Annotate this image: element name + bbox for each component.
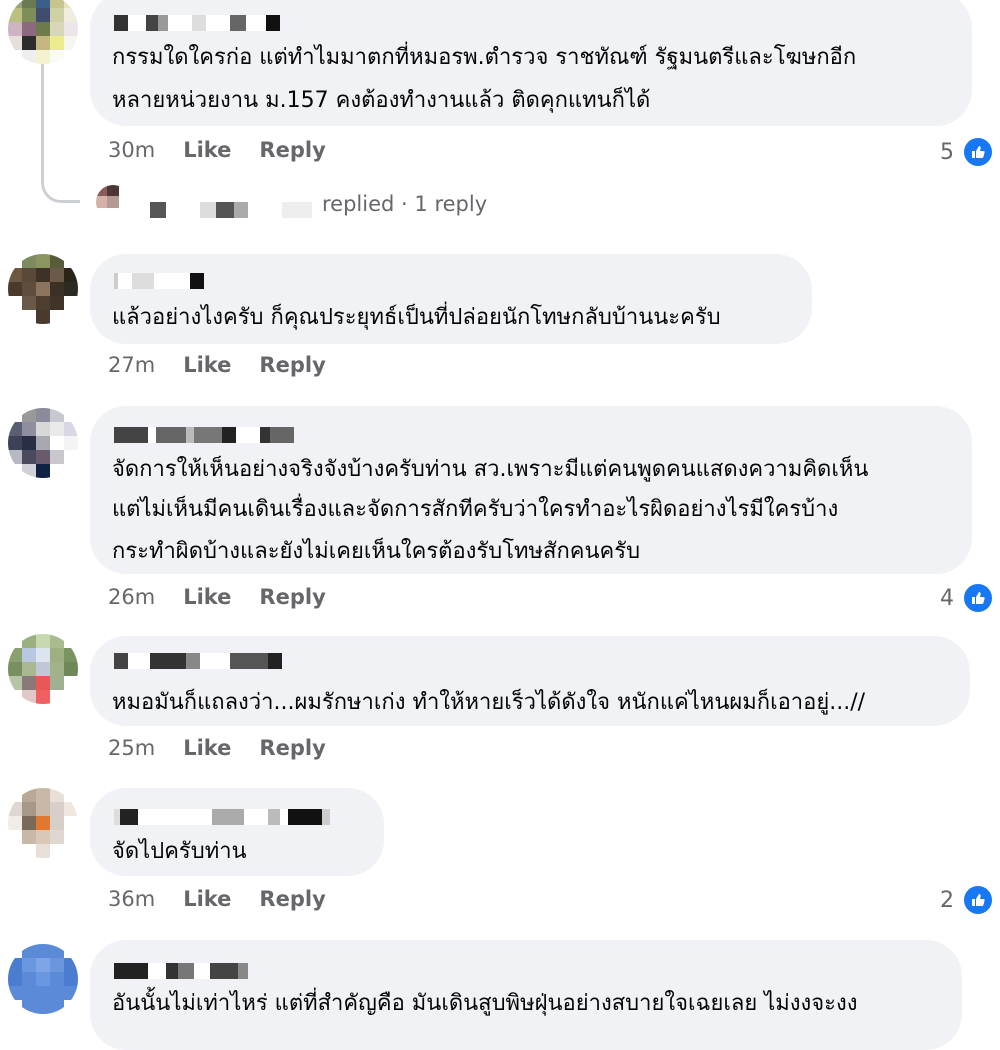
- like-button[interactable]: Like: [183, 585, 231, 609]
- commenter-name-redacted[interactable]: [114, 272, 204, 290]
- comment-bubble: อันนั้นไม่เท่าไหร่ แต่ที่สำคัญคือ มันเดิ…: [90, 940, 962, 1050]
- comment-text: แล้วอย่างไงครับ ก็คุณประยุทธ์เป็นที่ปล่อ…: [112, 305, 721, 330]
- avatar[interactable]: [8, 408, 78, 478]
- reply-summary[interactable]: replied · 1 reply: [322, 192, 487, 216]
- comment-bubble: จัดการให้เห็นอย่างจริงจังบ้างครับท่าน สว…: [90, 406, 972, 574]
- comment-bubble: แล้วอย่างไงครับ ก็คุณประยุทธ์เป็นที่ปล่อ…: [90, 254, 812, 344]
- comment-text: แต่ไม่เห็นมีคนเดินเรื่องและจัดการสักทีคร…: [112, 497, 839, 522]
- commenter-name-redacted[interactable]: [114, 14, 280, 32]
- like-thumb-icon: [962, 884, 994, 916]
- reaction-count[interactable]: 4: [940, 582, 994, 614]
- reply-button[interactable]: Reply: [259, 887, 325, 911]
- comment-text: หลายหน่วยงาน ม.157 คงต้องทำงานแล้ว ติดคุ…: [112, 88, 651, 113]
- avatar[interactable]: [8, 788, 78, 858]
- comment-text: อันนั้นไม่เท่าไหร่ แต่ที่สำคัญคือ มันเดิ…: [112, 991, 858, 1016]
- reaction-number: 5: [940, 139, 954, 165]
- commenter-name-redacted[interactable]: [114, 652, 282, 670]
- reply-button[interactable]: Reply: [259, 353, 325, 377]
- reaction-count[interactable]: 5: [940, 136, 994, 168]
- comment-actions: 26m Like Reply: [108, 585, 354, 609]
- comment-time[interactable]: 27m: [108, 353, 155, 377]
- commenter-name-redacted[interactable]: [114, 962, 248, 980]
- avatar[interactable]: [8, 254, 78, 324]
- comment-text: กรรมใดใครก่อ แต่ทำไมมาตกที่หมอรพ.ตำรวจ ร…: [112, 45, 857, 70]
- commenter-name-redacted[interactable]: [114, 808, 330, 826]
- commenter-name-redacted[interactable]: [114, 426, 294, 444]
- reaction-count[interactable]: 2: [940, 884, 994, 916]
- comment-time[interactable]: 26m: [108, 585, 155, 609]
- thread-line: [41, 64, 80, 203]
- like-thumb-icon: [962, 136, 994, 168]
- comment-text: จัดการให้เห็นอย่างจริงจังบ้างครับท่าน สว…: [112, 457, 869, 482]
- comment-text: จัดไปครับท่าน: [112, 839, 247, 864]
- comment-bubble: จัดไปครับท่าน: [90, 788, 384, 876]
- like-button[interactable]: Like: [183, 887, 231, 911]
- avatar[interactable]: [8, 0, 78, 64]
- comment-bubble: หมอมันก็แถลงว่า...ผมรักษาเก่ง ทำให้หายเร…: [90, 636, 970, 726]
- comment-text: กระทำผิดบ้างและยังไม่เคยเห็นใครต้องรับโท…: [112, 539, 641, 564]
- comment-time[interactable]: 36m: [108, 887, 155, 911]
- comment-text: หมอมันก็แถลงว่า...ผมรักษาเก่ง ทำให้หายเร…: [112, 690, 866, 715]
- comment-time[interactable]: 25m: [108, 736, 155, 760]
- reply-author-redacted[interactable]: [150, 202, 312, 218]
- comment-actions: 30m Like Reply: [108, 138, 354, 162]
- reply-button[interactable]: Reply: [259, 138, 325, 162]
- like-button[interactable]: Like: [183, 736, 231, 760]
- comment-actions: 36m Like Reply: [108, 887, 354, 911]
- reply-button[interactable]: Reply: [259, 736, 325, 760]
- replied-label: replied: [322, 192, 395, 216]
- avatar[interactable]: [8, 634, 78, 704]
- separator: ·: [401, 192, 408, 216]
- reaction-number: 2: [940, 887, 954, 913]
- reply-button[interactable]: Reply: [259, 585, 325, 609]
- avatar[interactable]: [8, 944, 78, 1014]
- like-button[interactable]: Like: [183, 353, 231, 377]
- reply-count: 1 reply: [414, 192, 488, 216]
- comment-time[interactable]: 30m: [108, 138, 155, 162]
- like-button[interactable]: Like: [183, 138, 231, 162]
- comment-bubble: กรรมใดใครก่อ แต่ทำไมมาตกที่หมอรพ.ตำรวจ ร…: [90, 0, 972, 126]
- comment-actions: 27m Like Reply: [108, 353, 354, 377]
- reply-avatar[interactable]: [96, 185, 130, 219]
- like-thumb-icon: [962, 582, 994, 614]
- comment-actions: 25m Like Reply: [108, 736, 354, 760]
- reaction-number: 4: [940, 585, 954, 611]
